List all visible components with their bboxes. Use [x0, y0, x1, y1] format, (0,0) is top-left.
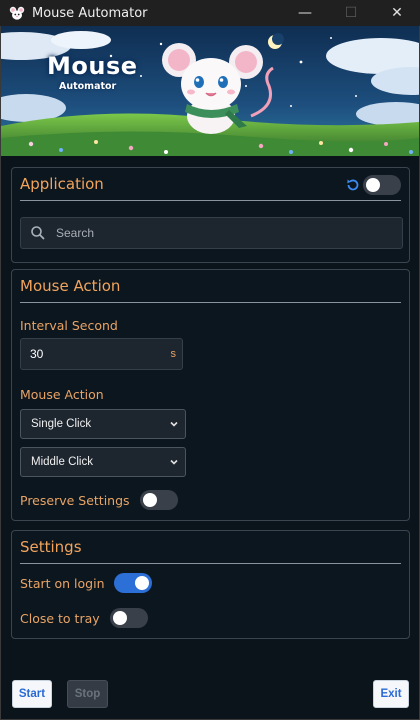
window-title: Mouse Automator — [32, 5, 148, 21]
search-input[interactable] — [56, 226, 376, 240]
start-on-login-toggle[interactable] — [114, 573, 152, 593]
banner: Mouse Automator — [1, 26, 419, 156]
refresh-icon[interactable] — [345, 177, 361, 193]
preserve-settings-toggle[interactable] — [140, 490, 178, 510]
start-button[interactable]: Start — [12, 680, 52, 708]
mouse-action-panel: Mouse Action Interval Second 30 s Mouse … — [11, 269, 410, 521]
minimize-button[interactable]: — — [282, 0, 328, 26]
click-type-select[interactable]: Single Click — [20, 409, 186, 439]
application-toggle[interactable] — [363, 175, 401, 195]
interval-unit: s — [170, 348, 177, 360]
toggle-knob — [135, 576, 149, 590]
brand-title: Mouse — [47, 52, 138, 80]
application-title: Application — [20, 175, 104, 193]
search-field[interactable] — [20, 217, 403, 249]
chevron-down-icon — [170, 459, 178, 465]
toggle-knob — [143, 493, 157, 507]
settings-header: Settings — [20, 531, 401, 564]
close-button[interactable]: ✕ — [374, 0, 420, 26]
close-to-tray-toggle[interactable] — [110, 608, 148, 628]
mouse-app-icon — [8, 4, 26, 22]
window-controls: — ☐ ✕ — [282, 0, 420, 26]
toggle-knob — [366, 178, 380, 192]
exit-button[interactable]: Exit — [373, 680, 409, 708]
mouse-action-label: Mouse Action — [20, 387, 104, 402]
maximize-button: ☐ — [344, 5, 358, 21]
application-panel: Application — [11, 167, 410, 263]
toggle-knob — [113, 611, 127, 625]
click-type-value: Single Click — [31, 418, 92, 430]
search-icon — [31, 226, 45, 240]
title-bar: Mouse Automator — ☐ ✕ — [0, 0, 420, 26]
settings-title: Settings — [20, 538, 82, 556]
interval-label: Interval Second — [20, 318, 118, 333]
chevron-down-icon — [170, 421, 178, 427]
mouse-button-value: Middle Click — [31, 456, 93, 468]
mouse-action-title: Mouse Action — [20, 277, 121, 295]
main-content: Mouse Automator Application Mouse Action… — [0, 26, 420, 720]
brand-subtitle: Automator — [59, 81, 117, 92]
settings-panel: Settings Start on login Close to tray — [11, 530, 410, 639]
mouse-action-header: Mouse Action — [20, 270, 401, 303]
preserve-settings-label: Preserve Settings — [20, 493, 130, 508]
interval-value: 30 — [30, 347, 44, 361]
close-to-tray-label: Close to tray — [20, 611, 100, 626]
stop-button: Stop — [67, 680, 108, 708]
interval-input[interactable]: 30 s — [20, 338, 183, 370]
start-on-login-label: Start on login — [20, 576, 105, 591]
mouse-button-select[interactable]: Middle Click — [20, 447, 186, 477]
application-header: Application — [20, 168, 401, 201]
